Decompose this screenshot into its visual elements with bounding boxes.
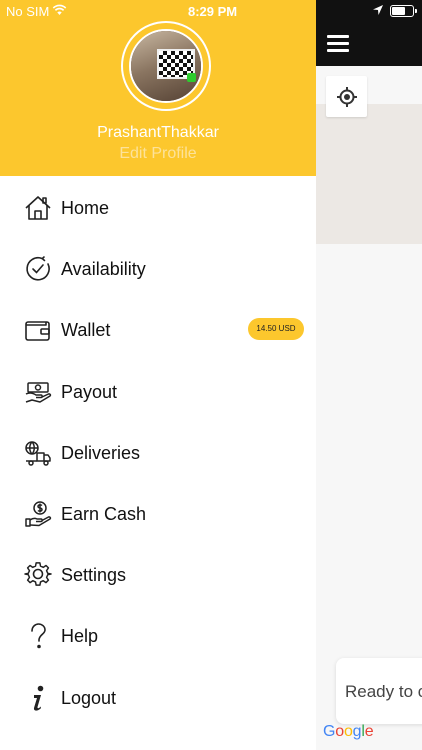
navigation-drawer: PrashantThakkar Edit Profile Home Availa… — [0, 0, 316, 750]
drawer-menu: Home Availability Wallet 14.50 USD Payou… — [0, 177, 316, 728]
crosshair-icon — [336, 86, 357, 107]
status-bar: No SIM 8:29 PM — [0, 0, 422, 22]
menu-item-logout[interactable]: Logout — [0, 667, 316, 728]
menu-item-settings[interactable]: Settings — [0, 544, 316, 605]
map-view[interactable] — [316, 66, 422, 750]
map-area-shape — [316, 104, 422, 244]
carrier-label: No SIM — [6, 4, 50, 19]
menu-item-label: Settings — [61, 565, 127, 586]
menu-item-deliveries[interactable]: Deliveries — [0, 422, 316, 483]
wallet-icon — [25, 321, 50, 342]
battery-icon — [390, 5, 417, 17]
clock-label: 8:29 PM — [188, 4, 238, 19]
location-arrow-icon — [373, 5, 383, 15]
menu-icon[interactable] — [327, 35, 349, 52]
wallet-balance-badge: 14.50 USD — [248, 318, 304, 341]
online-indicator — [187, 73, 196, 82]
edit-profile-link[interactable]: Edit Profile — [0, 145, 316, 163]
question-icon — [31, 623, 46, 649]
wifi-icon — [52, 4, 67, 15]
payout-icon — [25, 381, 52, 403]
google-logo: Google — [323, 723, 374, 740]
menu-item-label: Home — [61, 198, 110, 218]
menu-item-label: Help — [61, 626, 99, 647]
my-location-button[interactable] — [326, 76, 367, 117]
menu-item-label: Logout — [61, 687, 117, 708]
avatar[interactable] — [129, 29, 203, 103]
menu-item-earn-cash[interactable]: Earn Cash — [0, 483, 316, 544]
home-icon — [25, 196, 51, 220]
earn-cash-icon — [25, 501, 52, 527]
gear-icon — [24, 562, 52, 587]
menu-item-label: Availability — [61, 259, 146, 280]
delivery-truck-icon — [25, 441, 51, 466]
menu-item-home[interactable]: Home — [0, 177, 316, 238]
user-name: PrashantThakkar — [97, 124, 219, 141]
drawer-header: PrashantThakkar Edit Profile — [0, 0, 316, 176]
status-card[interactable]: Ready to c — [336, 658, 422, 724]
menu-item-label: Payout — [61, 381, 118, 402]
menu-item-payout[interactable]: Payout — [0, 361, 316, 422]
menu-item-label: Earn Cash — [61, 503, 147, 524]
avatar-ring — [121, 21, 211, 111]
clock-check-icon — [26, 256, 50, 281]
menu-item-label: Wallet — [61, 320, 111, 341]
menu-item-availability[interactable]: Availability — [0, 238, 316, 299]
menu-item-help[interactable]: Help — [0, 605, 316, 666]
status-card-text: Ready to c — [345, 682, 422, 701]
menu-item-wallet[interactable]: Wallet 14.50 USD — [0, 299, 316, 360]
info-icon — [33, 685, 44, 711]
menu-item-label: Deliveries — [61, 442, 141, 463]
